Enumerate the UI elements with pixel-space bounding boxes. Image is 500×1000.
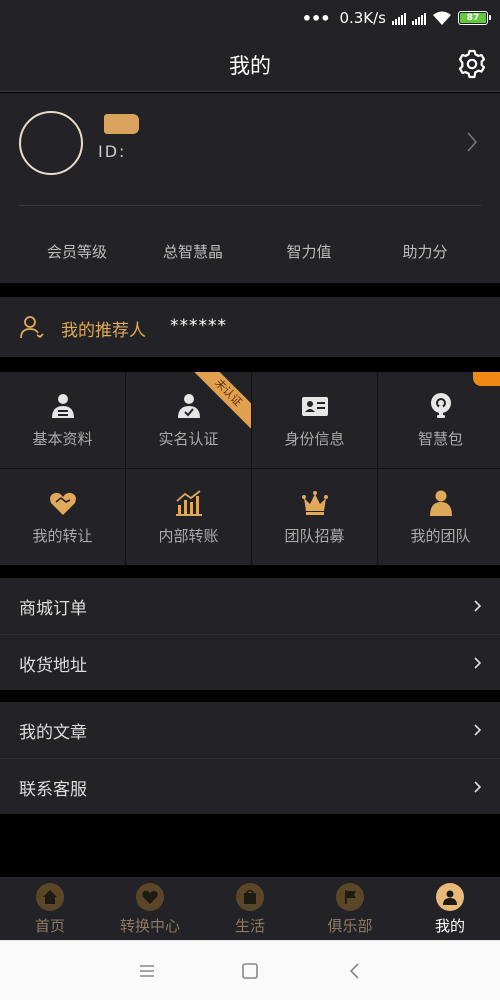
menu-label: 商城订单 bbox=[19, 599, 87, 619]
grid-item-internal-transfer[interactable]: 内部转账 bbox=[126, 469, 251, 565]
page-title: 我的 bbox=[229, 54, 271, 78]
tab-club[interactable]: 俱乐部 bbox=[300, 878, 400, 941]
grid-label: 智慧包 bbox=[417, 430, 463, 448]
app-header: 我的 bbox=[0, 36, 500, 92]
bar-chart-icon bbox=[175, 490, 202, 516]
bottom-tab-bar: 首页 转换中心 生活 俱乐部 我的 bbox=[0, 877, 500, 940]
tab-label: 我的 bbox=[434, 917, 465, 935]
menu-group-orders: 商城订单 收货地址 bbox=[0, 578, 500, 690]
bag-icon bbox=[236, 883, 264, 911]
chevron-right-icon bbox=[474, 724, 482, 736]
recommender-value: ****** bbox=[170, 316, 227, 336]
id-card-person-icon bbox=[51, 394, 74, 418]
flag-icon bbox=[336, 883, 364, 911]
status-indicators: ••• 0.3K/s 87 bbox=[301, 8, 491, 28]
signal-icon-2 bbox=[412, 12, 426, 25]
function-grid: 基本资料 实名认证 未认证 身份信息 智慧包 我的转让 内部转账 团队招募 我的… bbox=[0, 372, 500, 565]
more-dots-icon: ••• bbox=[301, 8, 331, 28]
stat-member-level[interactable]: 会员等级 bbox=[19, 241, 135, 262]
user-icon bbox=[436, 883, 464, 911]
tab-mine[interactable]: 我的 bbox=[400, 878, 500, 941]
menu-label: 我的文章 bbox=[19, 723, 87, 743]
tab-home[interactable]: 首页 bbox=[0, 878, 100, 941]
grid-label: 实名认证 bbox=[158, 430, 219, 448]
system-nav-bar bbox=[0, 940, 500, 1000]
stat-assist-points[interactable]: 助力分 bbox=[367, 241, 483, 262]
tab-label: 首页 bbox=[34, 917, 65, 935]
lightbulb-icon bbox=[430, 393, 451, 418]
grid-item-basic-info[interactable]: 基本资料 bbox=[0, 372, 125, 468]
grid-item-wisdom-pack[interactable]: 智慧包 bbox=[378, 372, 500, 468]
stat-total-crystals[interactable]: 总智慧晶 bbox=[135, 241, 251, 262]
menu-icon[interactable] bbox=[137, 961, 157, 981]
stats-row: 会员等级 总智慧晶 智力值 助力分 bbox=[0, 241, 500, 262]
menu-label: 联系客服 bbox=[19, 780, 87, 800]
grid-label: 我的团队 bbox=[410, 527, 471, 545]
tab-label: 生活 bbox=[234, 917, 265, 935]
grid-item-real-name[interactable]: 实名认证 未认证 bbox=[126, 372, 251, 468]
signal-icon bbox=[392, 12, 406, 25]
settings-gear-icon[interactable] bbox=[456, 48, 488, 80]
chevron-right-icon bbox=[474, 600, 482, 612]
home-icon bbox=[36, 883, 64, 911]
profile-card[interactable]: ID: 会员等级 总智慧晶 智力值 助力分 bbox=[0, 93, 500, 283]
menu-label: 收货地址 bbox=[19, 656, 87, 676]
network-speed: 0.3K/s bbox=[339, 9, 386, 27]
menu-item-mall-orders[interactable]: 商城订单 bbox=[0, 578, 500, 634]
user-name-badge bbox=[104, 114, 139, 134]
grid-label: 身份信息 bbox=[284, 430, 345, 448]
wifi-icon bbox=[433, 11, 451, 25]
grid-label: 我的转让 bbox=[32, 527, 93, 545]
tab-label: 转换中心 bbox=[119, 917, 180, 935]
handshake-icon bbox=[49, 492, 76, 515]
battery-level: 87 bbox=[460, 13, 486, 23]
home-square-icon[interactable] bbox=[240, 961, 260, 981]
handshake-icon bbox=[136, 883, 164, 911]
grid-item-team-recruit[interactable]: 团队招募 bbox=[252, 469, 377, 565]
corner-badge bbox=[473, 372, 500, 386]
grid-label: 基本资料 bbox=[32, 430, 93, 448]
chevron-right-icon[interactable] bbox=[466, 131, 478, 153]
grid-item-my-team[interactable]: 我的团队 bbox=[378, 469, 500, 565]
user-outline-icon bbox=[20, 316, 44, 339]
tab-life[interactable]: 生活 bbox=[200, 878, 300, 941]
back-icon[interactable] bbox=[345, 961, 365, 981]
divider bbox=[19, 205, 481, 206]
menu-item-customer-service[interactable]: 联系客服 bbox=[0, 758, 500, 814]
tab-label: 俱乐部 bbox=[327, 917, 373, 935]
crown-icon bbox=[301, 491, 328, 515]
user-id: ID: bbox=[98, 142, 127, 161]
tab-conversion-center[interactable]: 转换中心 bbox=[100, 878, 200, 941]
menu-item-shipping-address[interactable]: 收货地址 bbox=[0, 634, 500, 690]
verified-user-icon bbox=[177, 394, 200, 418]
recommender-row[interactable]: 我的推荐人 ****** bbox=[0, 297, 500, 357]
menu-item-my-articles[interactable]: 我的文章 bbox=[0, 702, 500, 758]
recommender-label: 我的推荐人 bbox=[61, 321, 146, 341]
grid-item-identity[interactable]: 身份信息 bbox=[252, 372, 377, 468]
grid-label: 团队招募 bbox=[284, 527, 345, 545]
menu-group-support: 我的文章 联系客服 bbox=[0, 702, 500, 814]
team-icon bbox=[429, 490, 452, 516]
stat-intelligence[interactable]: 智力值 bbox=[251, 241, 367, 262]
chevron-right-icon bbox=[474, 657, 482, 669]
id-card-icon bbox=[301, 397, 328, 416]
status-bar: ••• 0.3K/s 87 bbox=[0, 0, 500, 36]
chevron-right-icon bbox=[474, 781, 482, 793]
avatar[interactable] bbox=[19, 111, 83, 175]
grid-item-my-transfer[interactable]: 我的转让 bbox=[0, 469, 125, 565]
battery-icon: 87 bbox=[458, 11, 491, 25]
grid-label: 内部转账 bbox=[158, 527, 219, 545]
